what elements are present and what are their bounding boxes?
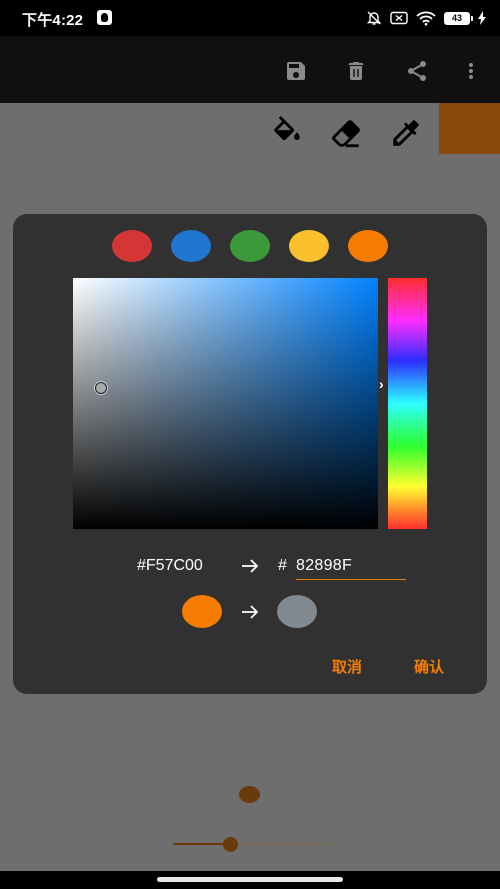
preset-color-yellow[interactable]: [289, 230, 329, 262]
saturation-value-square[interactable]: [73, 278, 378, 529]
navigation-bar: [0, 871, 500, 889]
status-icons: 43: [366, 8, 486, 28]
status-bar: 下午4:22 43: [0, 0, 500, 36]
slider-fill: [173, 843, 230, 845]
home-indicator[interactable]: [157, 877, 343, 882]
hue-slider[interactable]: [388, 278, 427, 529]
preset-color-blue[interactable]: [171, 230, 211, 262]
confirm-button[interactable]: 确认: [414, 656, 444, 677]
more-vert-icon[interactable]: [458, 58, 484, 84]
brush-preview: [239, 786, 260, 803]
bell-off-icon: [366, 10, 382, 26]
old-color-swatch: [182, 595, 222, 628]
color-picker-dialog: › #F57C00 # 取消 确认: [13, 214, 487, 694]
app-bar: [0, 36, 500, 103]
status-time: 下午4:22: [22, 12, 84, 29]
qq-icon: [97, 10, 112, 25]
eraser-icon[interactable]: [326, 113, 366, 153]
battery-icon: 43: [444, 11, 473, 25]
hue-marker-icon[interactable]: ›: [379, 377, 384, 391]
share-icon[interactable]: [404, 58, 430, 84]
slider-thumb[interactable]: [222, 837, 238, 852]
charging-icon: [478, 11, 486, 25]
eyedropper-icon[interactable]: [386, 113, 426, 153]
old-hex-value: #F57C00: [137, 557, 203, 574]
current-color-swatch[interactable]: [439, 103, 500, 154]
cancel-button[interactable]: 取消: [332, 656, 362, 677]
paint-bucket-icon[interactable]: [267, 113, 307, 153]
hex-input[interactable]: [296, 554, 406, 580]
wifi-icon: [416, 11, 436, 26]
hex-prefix: #: [278, 557, 287, 574]
arrow-right-icon: [241, 558, 259, 579]
color-cursor[interactable]: [95, 382, 107, 394]
brush-size-slider[interactable]: [173, 837, 327, 852]
delete-icon[interactable]: [343, 58, 369, 84]
preset-color-green[interactable]: [230, 230, 270, 262]
preset-color-orange[interactable]: [348, 230, 388, 262]
preset-color-red[interactable]: [112, 230, 152, 262]
new-color-swatch: [277, 595, 317, 628]
sim-off-icon: [390, 11, 408, 25]
save-icon[interactable]: [283, 58, 309, 84]
arrow-right-icon: [241, 604, 259, 625]
